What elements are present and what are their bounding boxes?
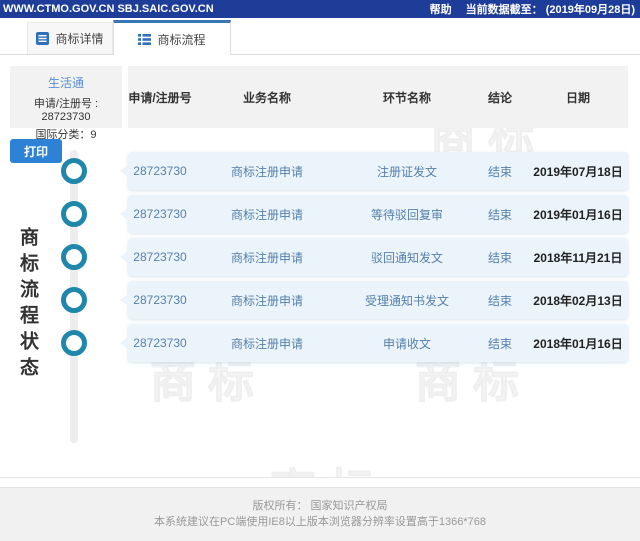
tabbar: 商标详情 商标流程: [0, 18, 640, 55]
row-date: 2018年11月21日: [533, 250, 623, 265]
timeline-node: [61, 158, 87, 184]
timeline-node: [61, 287, 87, 313]
process-row: 28723730 商标注册申请 驳回通知发文 结束 2018年11月21日: [120, 238, 628, 276]
process-row: 28723730 商标注册申请 等待驳回复审 结束 2019年01月16日: [120, 195, 628, 233]
row-pointer: [120, 208, 128, 220]
row-regno: 28723730: [133, 336, 187, 350]
row-business: 商标注册申请: [230, 336, 303, 351]
watermark: 商标: [270, 455, 386, 478]
row-stage: 受理通知书发文: [364, 293, 449, 308]
data-cutoff-date: 当前数据截至： (2019年09月28日): [465, 4, 635, 16]
timeline-node: [61, 244, 87, 270]
row-regno: 28723730: [133, 250, 187, 264]
document-icon: [36, 32, 50, 45]
print-button[interactable]: 打印: [10, 139, 62, 163]
tab-label: 商标详情: [55, 32, 104, 46]
row-result: 结束: [487, 336, 512, 351]
process-row: 28723730 商标注册申请 申请收文 结束 2018年01月16日: [120, 324, 628, 362]
row-business: 商标注册申请: [230, 207, 303, 222]
row-pointer: [120, 294, 128, 306]
col-header-date: 日期: [565, 90, 590, 105]
col-header-regno: 申请/注册号: [128, 90, 192, 105]
trademark-info-card: 生活通 申请/注册号 : 28723730 国际分类：9: [10, 66, 122, 141]
main-content: 商标 商标 商标 商标 生活通 申请/注册号 : 28723730 国际分类：9…: [0, 55, 640, 478]
row-pointer: [120, 165, 128, 177]
row-stage: 驳回通知发文: [370, 250, 443, 265]
row-regno: 28723730: [133, 207, 187, 221]
footer: 版权所有： 国家知识产权局 本系统建议在PC端使用IE8以上版本浏览器分辨率设置…: [0, 487, 640, 541]
row-stage: 申请收文: [382, 336, 431, 351]
row-pointer: [120, 251, 128, 263]
table-header: 申请/注册号 业务名称 环节名称 结论 日期: [128, 66, 628, 128]
col-header-business: 业务名称: [242, 90, 291, 105]
list-icon: [138, 33, 152, 46]
timeline-node: [61, 330, 87, 356]
tab-trademark-details[interactable]: 商标详情: [27, 22, 113, 54]
row-date: 2018年02月13日: [533, 293, 623, 308]
col-header-stage: 环节名称: [382, 90, 431, 105]
row-regno: 28723730: [133, 164, 187, 178]
site-domains: WWW.CTMO.GOV.CN SBJ.SAIC.GOV.CN: [3, 3, 214, 15]
row-date: 2019年01月16日: [533, 207, 623, 222]
registration-number: 申请/注册号 : 28723730: [33, 98, 99, 123]
row-stage: 等待驳回复审: [370, 207, 443, 222]
row-business: 商标注册申请: [230, 293, 303, 308]
process-row: 28723730 商标注册申请 注册证发文 结束 2019年07月18日: [120, 152, 628, 190]
tab-trademark-process[interactable]: 商标流程: [113, 20, 231, 55]
browser-advice-line: 本系统建议在PC端使用IE8以上版本浏览器分辨率设置高于1366*768: [154, 516, 486, 528]
row-result: 结束: [487, 207, 512, 222]
row-regno: 28723730: [133, 293, 187, 307]
row-date: 2019年07月18日: [533, 164, 623, 179]
trademark-name: 生活通: [47, 76, 84, 90]
topbar: WWW.CTMO.GOV.CN SBJ.SAIC.GOV.CN 帮助 当前数据截…: [0, 0, 640, 18]
help-link[interactable]: 帮助: [430, 1, 452, 17]
row-result: 结束: [487, 250, 512, 265]
row-pointer: [120, 337, 128, 349]
col-header-result: 结论: [487, 90, 512, 105]
timeline-node: [61, 201, 87, 227]
row-result: 结束: [487, 164, 512, 179]
tab-label: 商标流程: [157, 32, 206, 47]
row-result: 结束: [487, 293, 512, 308]
row-business: 商标注册申请: [230, 164, 303, 179]
process-row: 28723730 商标注册申请 受理通知书发文 结束 2018年02月13日: [120, 281, 628, 319]
row-date: 2018年01月16日: [533, 336, 623, 351]
copyright-line: 版权所有： 国家知识产权局: [252, 500, 388, 512]
row-business: 商标注册申请: [230, 250, 303, 265]
vertical-title: 商标流程状态: [17, 227, 38, 383]
row-stage: 注册证发文: [376, 164, 437, 179]
